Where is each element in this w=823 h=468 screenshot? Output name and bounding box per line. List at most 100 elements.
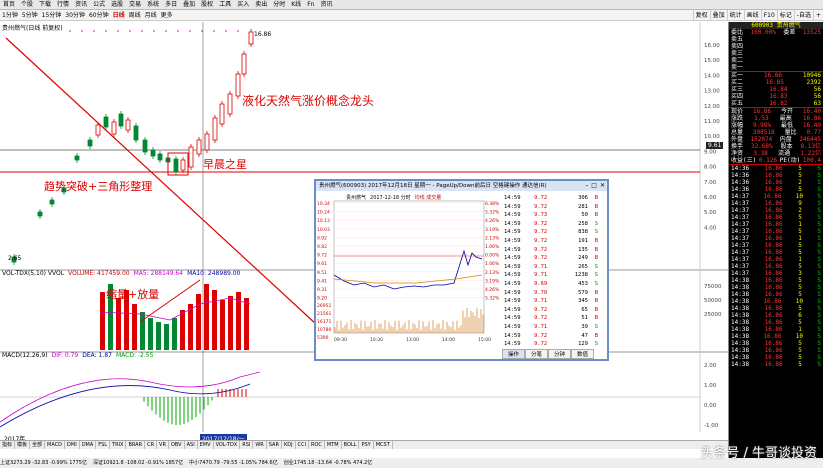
top-menu-item[interactable]: 资讯 (72, 0, 90, 9)
stat-cell: 16.86 (752, 108, 772, 115)
tick-time: 14:37 (731, 235, 750, 242)
indicator-tab[interactable]: CCI (296, 441, 310, 449)
indicator-tab[interactable]: SAR (267, 441, 282, 449)
period-button[interactable]: 15分钟 (40, 10, 64, 20)
top-menu-item[interactable]: 系统 (144, 0, 162, 9)
top-menu-item[interactable]: 公式 (90, 0, 108, 9)
indicator-tab[interactable]: MCST (374, 441, 393, 449)
indicator-tab[interactable]: KDJ (282, 441, 296, 449)
indicator-tab[interactable]: CR (145, 441, 158, 449)
top-menu-item[interactable]: 交易 (126, 0, 144, 9)
tick-side: S (817, 214, 821, 221)
period-button[interactable]: 60分钟 (87, 10, 111, 20)
indicator-tab[interactable]: BOLL (342, 441, 360, 449)
indicator-tab[interactable]: PSY (359, 441, 374, 449)
indicator-tab[interactable]: 指标 (0, 441, 16, 449)
chart-tool-button[interactable]: 复权 (692, 10, 710, 21)
indicator-tab[interactable]: ASI (185, 441, 198, 449)
indicator-tab[interactable]: DMA (80, 441, 97, 449)
period-button[interactable]: 日线 (111, 10, 127, 20)
period-button[interactable]: 1分钟 (0, 10, 20, 20)
indicator-tab[interactable]: EMV (198, 441, 214, 449)
close-icon[interactable]: ✕ (600, 182, 605, 189)
indicator-tab[interactable]: FSL (96, 441, 111, 449)
top-menu-item[interactable]: 个股 (18, 0, 36, 9)
maximize-icon[interactable]: □ (591, 182, 597, 189)
period-button[interactable]: 30分钟 (63, 10, 87, 20)
top-menu-item[interactable]: 叠加 (180, 0, 198, 9)
popup-tick-volume: 281 (578, 203, 588, 210)
chart-tool-button[interactable]: + (812, 10, 823, 21)
popup-price-right: 4.26% (485, 287, 500, 293)
tick-volume: 5 (798, 347, 802, 354)
period-button[interactable]: 周线 (127, 10, 143, 20)
tick-time: 14:38 (731, 305, 750, 312)
indicator-tab[interactable]: DMI (65, 441, 80, 449)
top-menu-item[interactable]: K线 (288, 0, 304, 9)
top-menu-item[interactable]: 买入 (234, 0, 252, 9)
tick-side: S (817, 263, 821, 270)
tick-row: 14:37 16.86 1 S (729, 235, 823, 242)
top-menu-item[interactable]: 选股 (108, 0, 126, 9)
popup-tab[interactable]: 数值 (571, 349, 595, 359)
popup-tab[interactable]: 分钟 (548, 349, 572, 359)
indicator-tab[interactable]: 全部 (30, 441, 46, 449)
indicator-tab[interactable]: VR (157, 441, 169, 449)
indicator-tab[interactable]: VOL-TDX (214, 441, 241, 449)
period-button[interactable]: 月线 (143, 10, 159, 20)
chart-tool-button[interactable]: 叠加 (709, 10, 727, 21)
popup-price-right: 3.19% (485, 278, 500, 284)
tick-time: 14:37 (731, 228, 750, 235)
indicator-tab[interactable]: MTM (325, 441, 342, 449)
tick-list[interactable]: 14:36 16.86 5 S 14:36 16.86 5 S 14:36 16.86 2 S 14:3… (729, 165, 823, 368)
minimize-icon[interactable]: – (585, 182, 588, 189)
top-menu-item[interactable]: 卖出 (252, 0, 270, 9)
high-price-label: 16.86 (254, 31, 272, 38)
popup-price-left: 10.03 (317, 227, 330, 233)
popup-tick-row: 14:59 9.72 65 B (504, 306, 606, 315)
popup-tick-volume: 306 (578, 195, 588, 201)
indicator-tab[interactable]: ROC (309, 441, 325, 449)
chart-tool-button[interactable]: 画线 (743, 10, 761, 21)
top-menu-item[interactable]: 行情 (54, 0, 72, 9)
top-menu-item[interactable]: 多日 (162, 0, 180, 9)
indicator-tab[interactable]: RSI (240, 441, 254, 449)
candle (248, 31, 254, 45)
popup-tick-row: 14:59 9.72 191 B (504, 237, 606, 246)
tick-row: 14:37 16.86 10 S (729, 193, 823, 200)
stat-cell: 净资 (731, 150, 744, 157)
window-controls: – □ ✕ (585, 182, 605, 189)
top-menu-item[interactable]: Fn (304, 0, 317, 9)
chart-tool-button[interactable]: 标记 (776, 10, 794, 21)
popup-title[interactable]: 贵州燃气(600903) 2017年12月18日 星期一 - PageUp/Do… (316, 181, 607, 191)
popup-price-left: 9.20 (317, 296, 327, 302)
price-axis-label: 4.00 (704, 225, 717, 231)
top-menu-item[interactable]: 股权 (198, 0, 216, 9)
period-button[interactable]: 5分钟 (20, 10, 40, 20)
tick-volume: 6 (798, 312, 802, 319)
intraday-popup[interactable]: 贵州燃气(600903) 2017年12月18日 星期一 - PageUp/Do… (314, 179, 609, 361)
indicator-tab[interactable]: OBV (169, 441, 185, 449)
popup-tick-list[interactable]: 14:59 9.72 306 B 14:59 9.72 281 B 14:59 9.73 50 B 14… (504, 194, 606, 349)
chart-tool-button[interactable]: -自选 (793, 10, 813, 21)
popup-tab[interactable]: 分笔 (525, 349, 549, 359)
top-menu-item[interactable]: 分时 (270, 0, 288, 9)
indicator-tab[interactable]: MACD (45, 441, 66, 449)
tick-time: 14:36 (731, 165, 750, 172)
chart-tool-button[interactable]: F10 (760, 10, 777, 21)
volume-bar (220, 300, 225, 350)
tick-side: S (817, 207, 821, 214)
top-menu-item[interactable]: 工具 (216, 0, 234, 9)
popup-vol-axis: 16171 (317, 319, 331, 325)
indicator-tab[interactable]: WR (253, 441, 267, 449)
chart-tool-button[interactable]: 统计 (726, 10, 744, 21)
indicator-tab[interactable]: TRIX (110, 441, 127, 449)
top-menu-item[interactable]: 下载 (36, 0, 54, 9)
macd-dea-line (0, 383, 251, 428)
period-button[interactable]: 更多 (159, 10, 175, 20)
indicator-tab[interactable]: 模板 (15, 441, 31, 449)
top-menu-item[interactable]: 首页 (0, 0, 18, 9)
popup-tab[interactable]: 操作 (502, 349, 526, 359)
top-menu-item[interactable]: 资讯 (317, 0, 335, 9)
indicator-tab[interactable]: BRAR (126, 441, 146, 449)
